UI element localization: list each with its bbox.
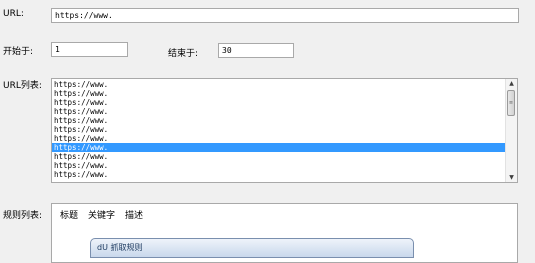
url-list-item[interactable]: https://www. <box>52 125 505 134</box>
url-list-item[interactable]: https://www. <box>52 98 505 107</box>
url-list-items: https://www. https://www. https://www. http… <box>52 79 505 179</box>
end-input-value: 30 <box>222 46 232 55</box>
url-list-item[interactable]: https://www. <box>52 116 505 125</box>
url-input-value: https://www. <box>55 11 113 20</box>
start-label: 开始于: <box>3 47 34 57</box>
url-list-label: URL列表: <box>3 81 42 91</box>
scroll-thumb[interactable]: ≡ <box>507 90 515 116</box>
url-listbox[interactable]: https://www. https://www. https://www. http… <box>51 78 518 183</box>
url-list-item[interactable]: https://www. <box>52 89 505 98</box>
end-label: 结束于: <box>168 49 199 59</box>
rule-column-keyword[interactable]: 关键字 <box>88 208 115 221</box>
rule-dialog[interactable]: dU 抓取规则 <box>90 238 414 258</box>
url-label: URL: <box>3 9 24 19</box>
url-list-item[interactable]: https://www. <box>52 80 505 89</box>
url-list-item[interactable]: https://www. <box>52 161 505 170</box>
rule-column-description[interactable]: 描述 <box>125 208 143 221</box>
url-input[interactable]: https://www. <box>51 8 519 23</box>
url-list-item[interactable]: https://www. <box>52 107 505 116</box>
scroll-up-icon[interactable]: ▲ <box>506 79 517 88</box>
rule-list-label: 规则列表: <box>3 211 43 221</box>
url-list-scrollbar[interactable]: ▲ ≡ ▼ <box>505 79 517 182</box>
url-list-item[interactable]: https://www. <box>52 134 505 143</box>
rule-dialog-title: dU 抓取规则 <box>97 243 143 252</box>
scroll-down-icon[interactable]: ▼ <box>506 173 517 182</box>
start-input-value: 1 <box>55 45 60 54</box>
url-list-item[interactable]: https://www. <box>52 152 505 161</box>
url-list-item[interactable]: https://www. <box>52 143 505 152</box>
end-input[interactable]: 30 <box>218 43 294 58</box>
start-input[interactable]: 1 <box>51 42 128 57</box>
rule-column-title[interactable]: 标题 <box>60 208 78 221</box>
url-list-item[interactable]: https://www. <box>52 170 505 179</box>
